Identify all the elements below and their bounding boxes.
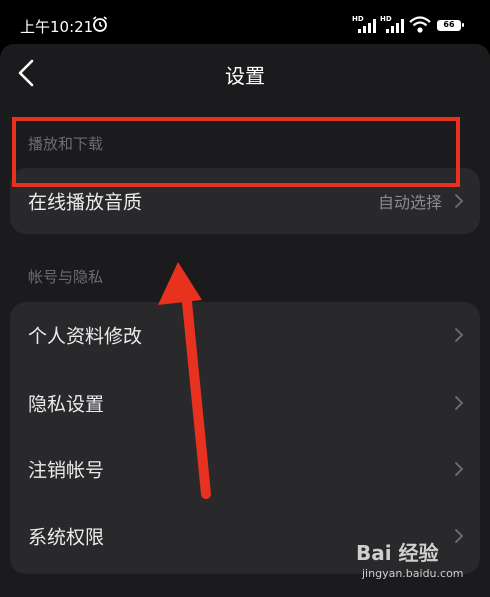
watermark: Bai 经验 jingyan.baidu.com	[356, 537, 476, 587]
watermark-url: jingyan.baidu.com	[362, 567, 464, 580]
watermark-brand: Bai 经验	[356, 541, 439, 565]
annotation-arrow	[158, 262, 211, 499]
